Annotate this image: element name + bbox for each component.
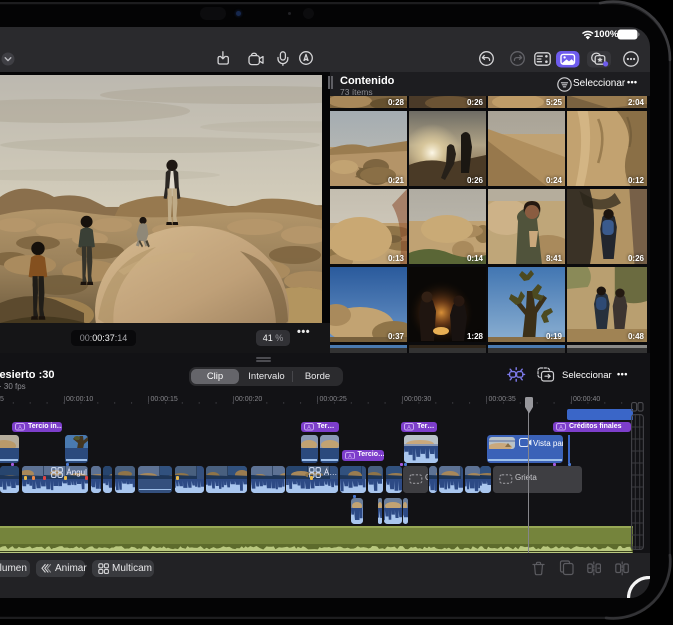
svg-text:A: A	[407, 425, 411, 431]
svg-text:A: A	[348, 453, 352, 459]
svg-text:A: A	[559, 425, 563, 431]
svg-text:A: A	[307, 425, 311, 431]
svg-text:A: A	[18, 425, 22, 431]
